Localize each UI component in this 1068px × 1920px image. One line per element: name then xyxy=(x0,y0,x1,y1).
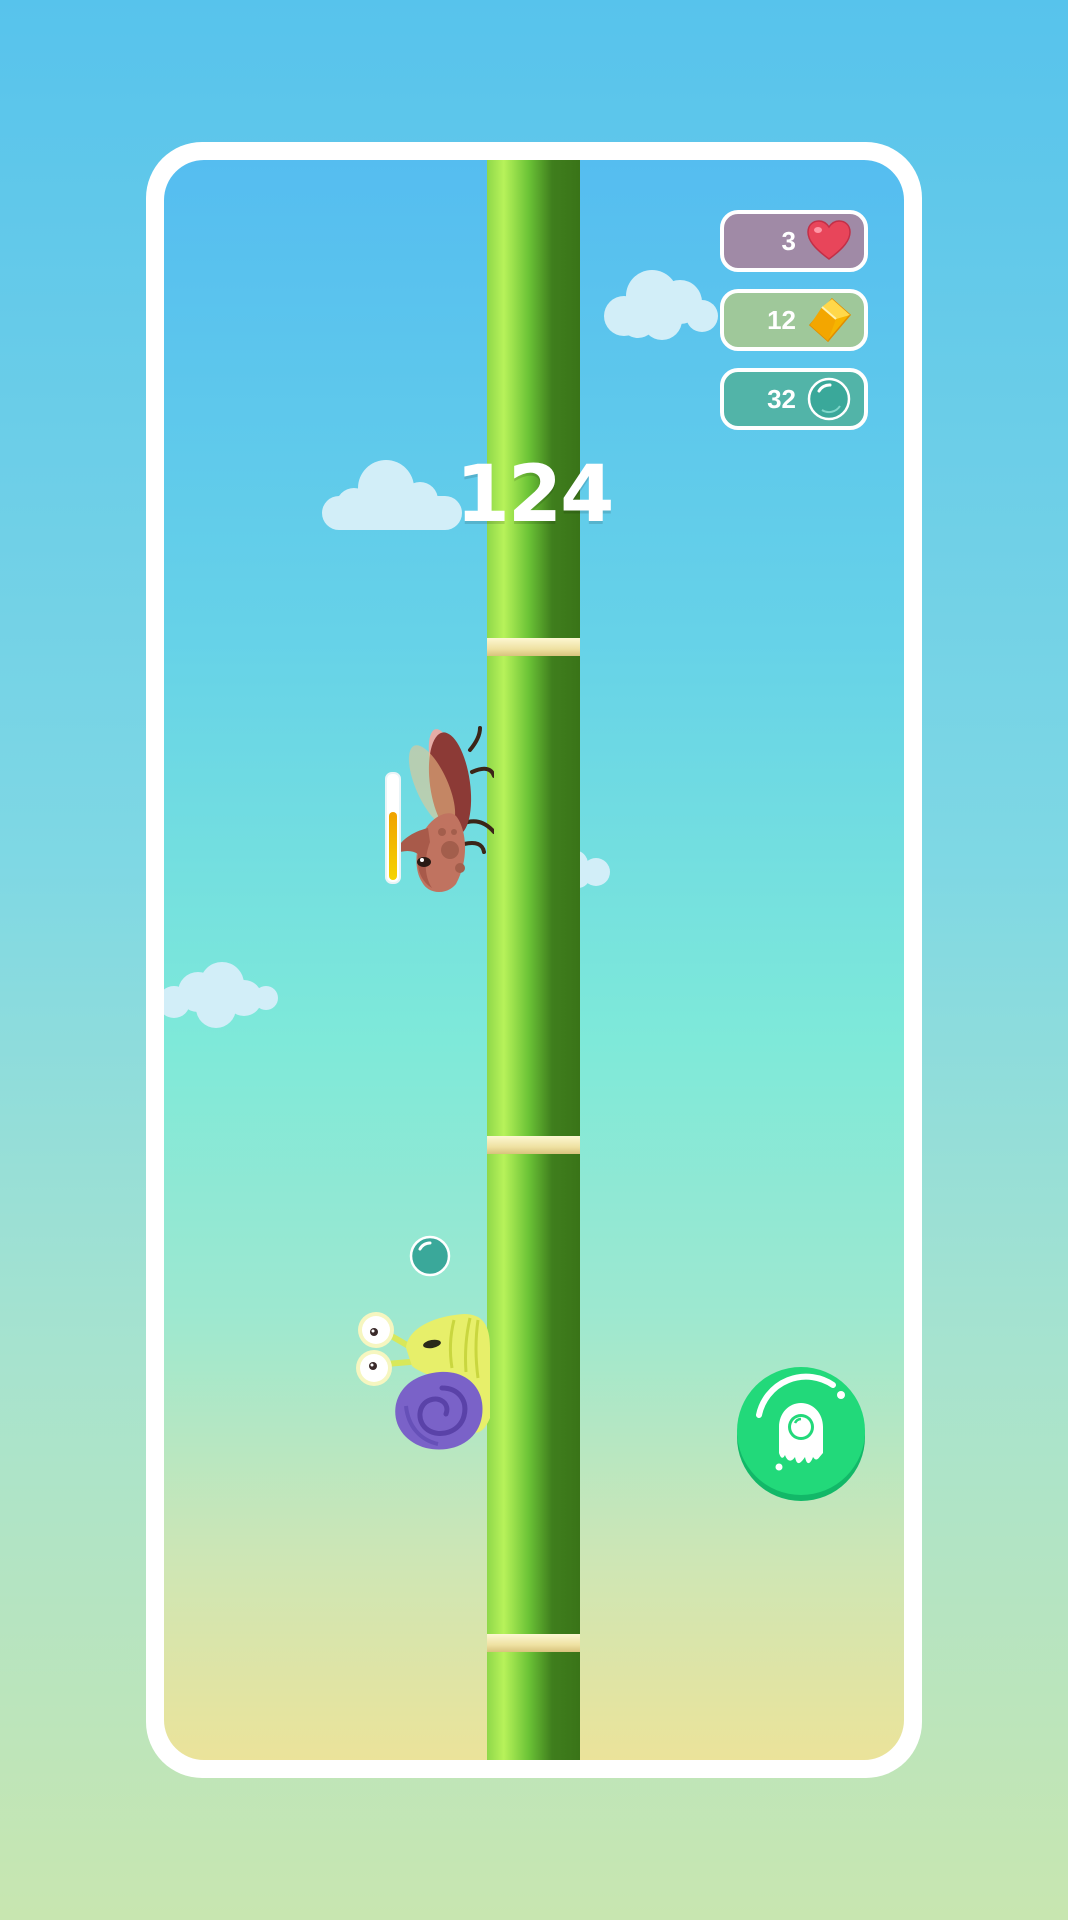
bubble-pickup[interactable] xyxy=(408,1234,452,1278)
slime-action-button[interactable] xyxy=(735,1363,867,1503)
cloud xyxy=(604,270,718,340)
game-screen[interactable]: 124 3 12 32 xyxy=(164,160,904,1760)
bamboo-node xyxy=(487,638,580,656)
snail-player xyxy=(356,1312,490,1450)
bubble-icon xyxy=(807,377,851,421)
enemy-energy-fill xyxy=(389,812,397,880)
enemy-energy-bar xyxy=(385,772,401,884)
gems-counter: 12 xyxy=(720,289,868,351)
gems-value: 12 xyxy=(767,304,796,335)
heart-icon xyxy=(807,220,851,260)
score-counter: 124 xyxy=(455,450,615,540)
lives-value: 3 xyxy=(781,225,796,256)
bamboo-node xyxy=(487,1136,580,1154)
gem-icon xyxy=(808,297,852,343)
bubbles-value: 32 xyxy=(767,383,796,414)
bubbles-counter: 32 xyxy=(720,368,868,430)
cloud xyxy=(164,962,278,1028)
bamboo-node xyxy=(487,1634,580,1652)
slime-ghost-icon xyxy=(737,1367,865,1501)
lives-counter: 3 xyxy=(720,210,868,272)
bamboo-stalk xyxy=(487,160,580,1760)
